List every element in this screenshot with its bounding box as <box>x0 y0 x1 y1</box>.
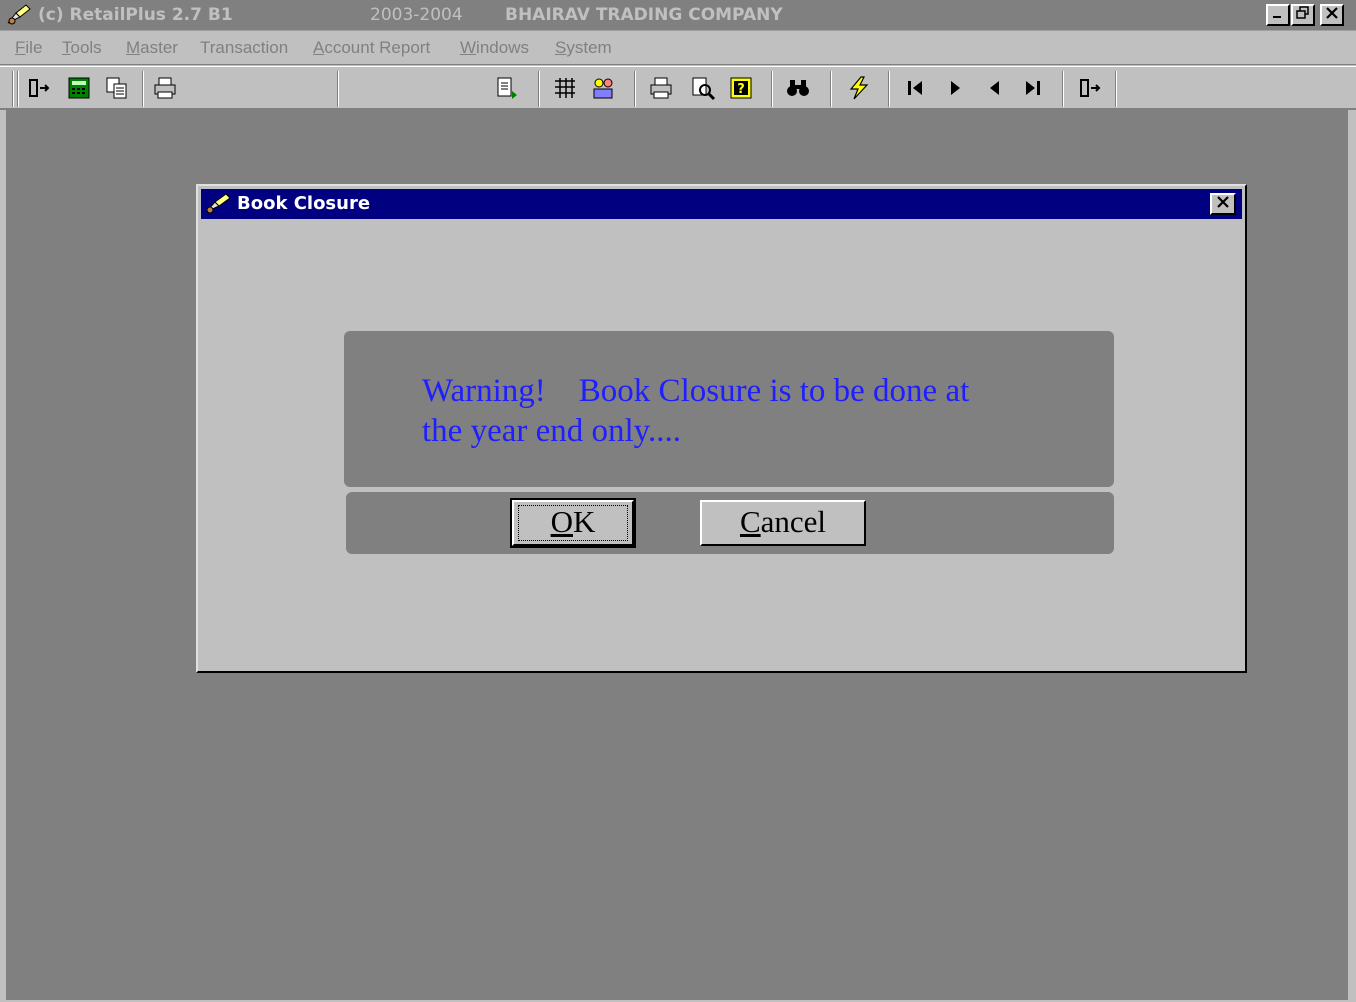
book-closure-dialog: Book Closure Warning! Book Closure is to… <box>196 184 1247 673</box>
last-record-icon[interactable] <box>1020 75 1046 101</box>
toolbar-separator <box>337 71 339 107</box>
help-icon[interactable]: ? <box>728 75 754 101</box>
minimize-icon <box>1273 16 1281 18</box>
document-icon[interactable] <box>494 75 520 101</box>
close-button[interactable] <box>1320 4 1344 26</box>
toolbar-separator <box>1115 71 1117 107</box>
preview-icon[interactable] <box>690 75 716 101</box>
menu-file[interactable]: File <box>15 38 42 58</box>
group-icon[interactable] <box>590 75 616 101</box>
cancel-button[interactable]: Cancel <box>700 500 866 546</box>
prev-record-icon[interactable] <box>982 75 1008 101</box>
calculator-icon[interactable] <box>66 75 92 101</box>
menu-tools[interactable]: Tools <box>62 38 102 58</box>
company-name: BHAIRAV TRADING COMPANY <box>505 5 783 25</box>
focus-rectangle <box>518 505 628 541</box>
app-title: (c) RetailPlus 2.7 B1 <box>38 5 233 25</box>
toolbar-separator <box>634 71 636 107</box>
toolbar-separator <box>771 71 773 107</box>
next-record-icon[interactable] <box>942 75 968 101</box>
printer-icon[interactable] <box>648 75 674 101</box>
menu-account-report[interactable]: Account Report <box>313 38 430 58</box>
toolbar-separator <box>538 71 540 107</box>
menu-windows[interactable]: Windows <box>460 38 529 58</box>
menu-transaction[interactable]: Transaction <box>200 38 288 58</box>
flash-icon[interactable] <box>846 75 872 101</box>
toolbar-grip <box>12 71 14 107</box>
print-icon[interactable] <box>152 75 178 101</box>
app-logo-icon <box>205 193 231 214</box>
copy-icon[interactable] <box>104 75 130 101</box>
restore-button[interactable] <box>1291 4 1315 26</box>
ok-button[interactable]: OK <box>510 498 636 548</box>
dialog-title: Book Closure <box>237 193 371 214</box>
toolbar-separator <box>142 71 144 107</box>
close-icon <box>1217 196 1229 208</box>
button-panel: OK Cancel <box>346 492 1114 554</box>
minimize-button[interactable] <box>1266 4 1290 26</box>
fiscal-year-label: 2003-2004 <box>370 5 463 25</box>
exit-icon[interactable] <box>25 75 51 101</box>
close-icon <box>1326 7 1338 19</box>
dialog-close-button[interactable] <box>1210 193 1236 215</box>
grid-icon[interactable] <box>552 75 578 101</box>
message-panel: Warning! Book Closure is to be done at t… <box>344 331 1114 487</box>
app-titlebar[interactable]: (c) RetailPlus 2.7 B1 2003-2004 BHAIRAV … <box>0 0 1356 31</box>
menu-bar: File Tools Master Transaction Account Re… <box>0 31 1356 65</box>
first-record-icon[interactable] <box>902 75 928 101</box>
toolbar-separator <box>1062 71 1064 107</box>
exit-icon[interactable] <box>1076 75 1102 101</box>
menu-master[interactable]: Master <box>126 38 178 58</box>
toolbar-separator <box>830 71 832 107</box>
toolbar-grip <box>17 71 19 107</box>
warning-message: Warning! Book Closure is to be done at t… <box>422 373 970 449</box>
dialog-titlebar[interactable]: Book Closure <box>201 189 1242 219</box>
toolbar-separator <box>888 71 890 107</box>
restore-icon <box>1296 6 1309 19</box>
svg-text:?: ? <box>737 82 745 97</box>
app-logo-icon <box>7 4 31 25</box>
menu-system[interactable]: System <box>555 38 612 58</box>
toolbar: ? <box>0 66 1356 110</box>
find-icon[interactable] <box>785 75 811 101</box>
